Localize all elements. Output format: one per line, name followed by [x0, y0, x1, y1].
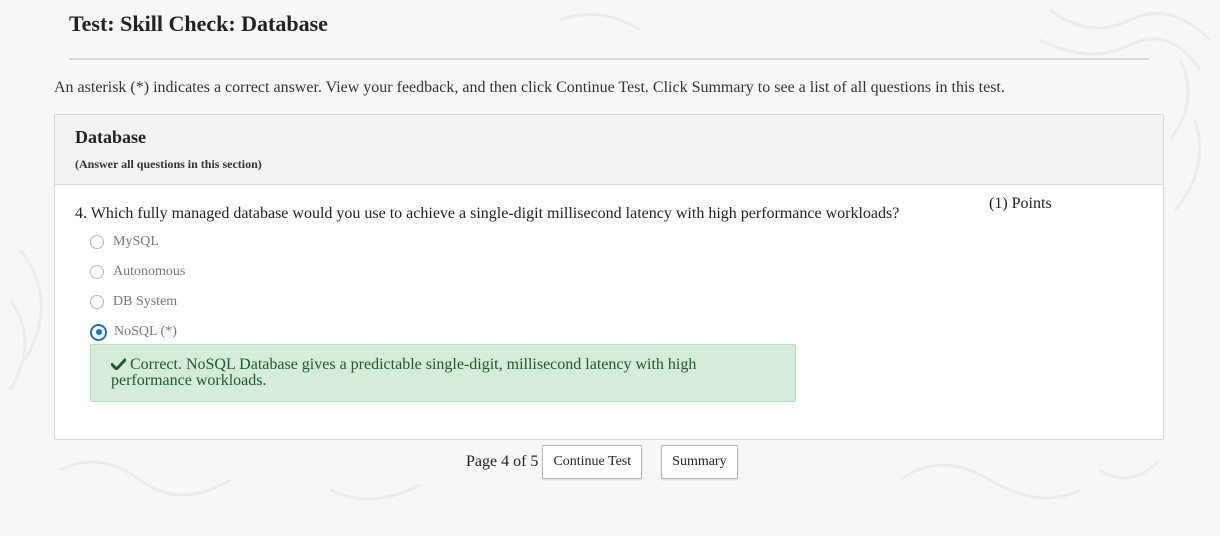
pager: Page 4 of 5 Continue Test Summary [466, 445, 738, 479]
section-title: Database [75, 127, 146, 147]
answer-option-nosql[interactable]: NoSQL (*) [90, 322, 177, 342]
feedback-box: Correct. NoSQL Database gives a predicta… [90, 344, 796, 402]
radio-unselected-icon[interactable] [90, 295, 104, 309]
instructions-text: An asterisk (*) indicates a correct answ… [54, 79, 1005, 96]
answer-option-label: DB System [113, 294, 178, 309]
feedback-text: Correct. NoSQL Database gives a predicta… [111, 356, 697, 389]
radio-unselected-icon[interactable] [90, 265, 104, 279]
radio-unselected-icon[interactable] [90, 235, 104, 249]
question-section: Database (Answer all questions in this s… [54, 114, 1164, 440]
section-subtitle: (Answer all questions in this section) [75, 157, 262, 171]
page-indicator: Page 4 of 5 [466, 453, 539, 470]
test-page: Test: Skill Check: Database An asterisk … [0, 0, 1220, 536]
answer-option-db-system[interactable]: DB System [90, 292, 177, 312]
question-text: 4. Which fully managed database would yo… [75, 205, 900, 222]
answer-option-label: NoSQL (*) [114, 324, 177, 339]
answer-option-label: Autonomous [113, 264, 186, 279]
radio-selected-icon[interactable] [90, 323, 107, 341]
answer-option-label: MySQL [113, 234, 159, 249]
answer-option-autonomous[interactable]: Autonomous [90, 262, 185, 282]
question-points: (1) Points [989, 195, 1052, 212]
summary-button[interactable]: Summary [661, 445, 738, 479]
check-icon [111, 358, 126, 370]
continue-test-button[interactable]: Continue Test [542, 445, 643, 479]
page-title: Test: Skill Check: Database [69, 11, 328, 36]
answer-option-mysql[interactable]: MySQL [90, 232, 159, 252]
section-header: Database (Answer all questions in this s… [55, 115, 1163, 185]
title-divider [69, 58, 1149, 60]
